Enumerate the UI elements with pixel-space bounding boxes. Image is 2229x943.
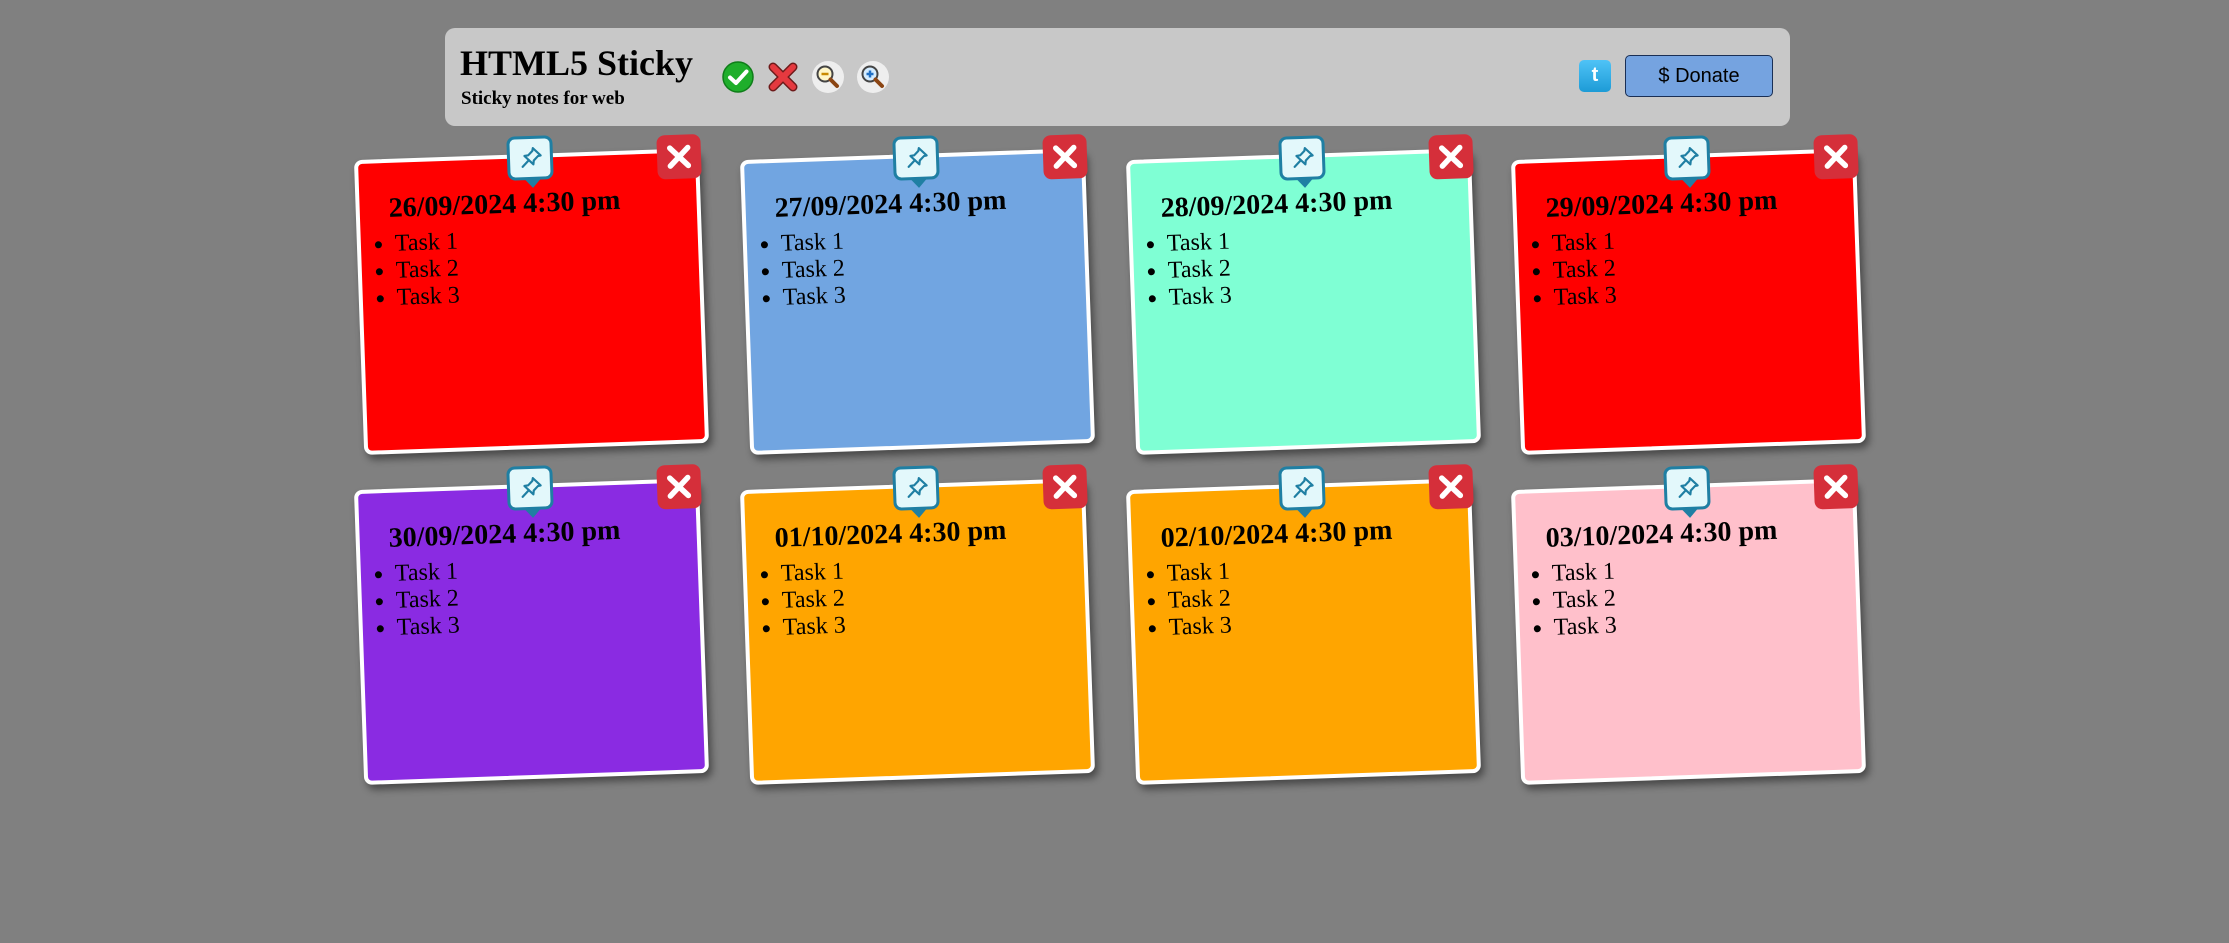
- note-title[interactable]: 30/09/2024 4:30 pm: [388, 515, 621, 555]
- task-item[interactable]: Task 1: [1551, 559, 1615, 588]
- note-title[interactable]: 03/10/2024 4:30 pm: [1545, 515, 1778, 555]
- donate-button[interactable]: $ Donate: [1625, 55, 1773, 97]
- zoom-in-button[interactable]: [856, 60, 890, 94]
- task-item[interactable]: Task 1: [394, 559, 458, 588]
- pin-icon[interactable]: [1278, 135, 1326, 181]
- close-note-button[interactable]: [656, 134, 702, 180]
- task-list: Task 1Task 2Task 3: [366, 229, 460, 313]
- close-note-button[interactable]: [1813, 464, 1859, 510]
- app-subtitle: Sticky notes for web: [461, 88, 625, 109]
- zoom-out-icon: [812, 61, 844, 93]
- task-item[interactable]: Task 1: [394, 229, 458, 258]
- close-icon: [666, 144, 692, 169]
- close-note-button[interactable]: [1813, 134, 1859, 180]
- close-icon: [1823, 474, 1849, 499]
- save-button[interactable]: [721, 60, 755, 94]
- task-item[interactable]: Task 3: [1553, 613, 1617, 642]
- task-item[interactable]: Task 1: [1551, 229, 1615, 258]
- task-item[interactable]: Task 3: [1168, 283, 1232, 312]
- note-title[interactable]: 29/09/2024 4:30 pm: [1545, 185, 1778, 225]
- app-header: HTML5 Sticky Sticky notes for web t $ Do…: [445, 28, 1790, 126]
- close-icon: [1052, 144, 1078, 169]
- task-item[interactable]: Task 2: [395, 586, 459, 615]
- task-item[interactable]: Task 2: [781, 256, 845, 285]
- clear-all-button[interactable]: [766, 60, 800, 94]
- task-item[interactable]: Task 2: [1167, 256, 1231, 285]
- app-title: HTML5 Sticky: [460, 43, 694, 83]
- sticky-note[interactable]: 26/09/2024 4:30 pmTask 1Task 2Task 3: [353, 134, 710, 455]
- zoom-out-button[interactable]: [811, 60, 845, 94]
- note-title[interactable]: 28/09/2024 4:30 pm: [1160, 185, 1393, 225]
- red-x-icon: [768, 62, 798, 92]
- close-note-button[interactable]: [656, 464, 702, 510]
- sticky-note[interactable]: 02/10/2024 4:30 pmTask 1Task 2Task 3: [1125, 464, 1482, 785]
- task-list: Task 1Task 2Task 3: [752, 559, 846, 643]
- task-item[interactable]: Task 2: [1167, 586, 1231, 615]
- sticky-note[interactable]: 27/09/2024 4:30 pmTask 1Task 2Task 3: [739, 134, 1096, 455]
- close-icon: [1438, 144, 1464, 169]
- close-icon: [1438, 474, 1464, 499]
- close-note-button[interactable]: [1428, 134, 1474, 180]
- task-item[interactable]: Task 1: [1166, 559, 1230, 588]
- close-icon: [666, 474, 692, 499]
- task-item[interactable]: Task 2: [395, 256, 459, 285]
- note-title[interactable]: 27/09/2024 4:30 pm: [774, 185, 1007, 225]
- task-item[interactable]: Task 3: [1168, 613, 1232, 642]
- note-title[interactable]: 02/10/2024 4:30 pm: [1160, 515, 1393, 555]
- pin-icon[interactable]: [892, 135, 940, 181]
- zoom-in-icon: [857, 61, 889, 93]
- sticky-note[interactable]: 30/09/2024 4:30 pmTask 1Task 2Task 3: [353, 464, 710, 785]
- sticky-note[interactable]: 03/10/2024 4:30 pmTask 1Task 2Task 3: [1510, 464, 1867, 785]
- note-title[interactable]: 01/10/2024 4:30 pm: [774, 515, 1007, 555]
- close-note-button[interactable]: [1428, 464, 1474, 510]
- task-list: Task 1Task 2Task 3: [1138, 559, 1232, 643]
- task-item[interactable]: Task 2: [1552, 256, 1616, 285]
- task-list: Task 1Task 2Task 3: [366, 559, 460, 643]
- note-title[interactable]: 26/09/2024 4:30 pm: [388, 185, 621, 225]
- task-item[interactable]: Task 1: [1166, 229, 1230, 258]
- task-list: Task 1Task 2Task 3: [752, 229, 846, 313]
- close-note-button[interactable]: [1042, 464, 1088, 510]
- pin-icon[interactable]: [1663, 465, 1711, 511]
- task-item[interactable]: Task 3: [782, 613, 846, 642]
- task-list: Task 1Task 2Task 3: [1138, 229, 1232, 313]
- task-item[interactable]: Task 2: [781, 586, 845, 615]
- sticky-note[interactable]: 28/09/2024 4:30 pmTask 1Task 2Task 3: [1125, 134, 1482, 455]
- pin-icon[interactable]: [506, 135, 554, 181]
- task-list: Task 1Task 2Task 3: [1523, 559, 1617, 643]
- pin-icon[interactable]: [1278, 465, 1326, 511]
- pin-icon[interactable]: [892, 465, 940, 511]
- task-item[interactable]: Task 1: [780, 559, 844, 588]
- task-item[interactable]: Task 2: [1552, 586, 1616, 615]
- pin-icon[interactable]: [1663, 135, 1711, 181]
- pin-icon[interactable]: [506, 465, 554, 511]
- task-item[interactable]: Task 3: [396, 283, 460, 312]
- twitter-button[interactable]: t: [1579, 60, 1611, 92]
- sticky-note[interactable]: 29/09/2024 4:30 pmTask 1Task 2Task 3: [1510, 134, 1867, 455]
- task-item[interactable]: Task 3: [1553, 283, 1617, 312]
- sticky-note[interactable]: 01/10/2024 4:30 pmTask 1Task 2Task 3: [739, 464, 1096, 785]
- close-note-button[interactable]: [1042, 134, 1088, 180]
- task-item[interactable]: Task 3: [396, 613, 460, 642]
- close-icon: [1052, 474, 1078, 499]
- check-circle-icon: [722, 61, 754, 93]
- task-list: Task 1Task 2Task 3: [1523, 229, 1617, 313]
- task-item[interactable]: Task 1: [780, 229, 844, 258]
- task-item[interactable]: Task 3: [782, 283, 846, 312]
- close-icon: [1823, 144, 1849, 169]
